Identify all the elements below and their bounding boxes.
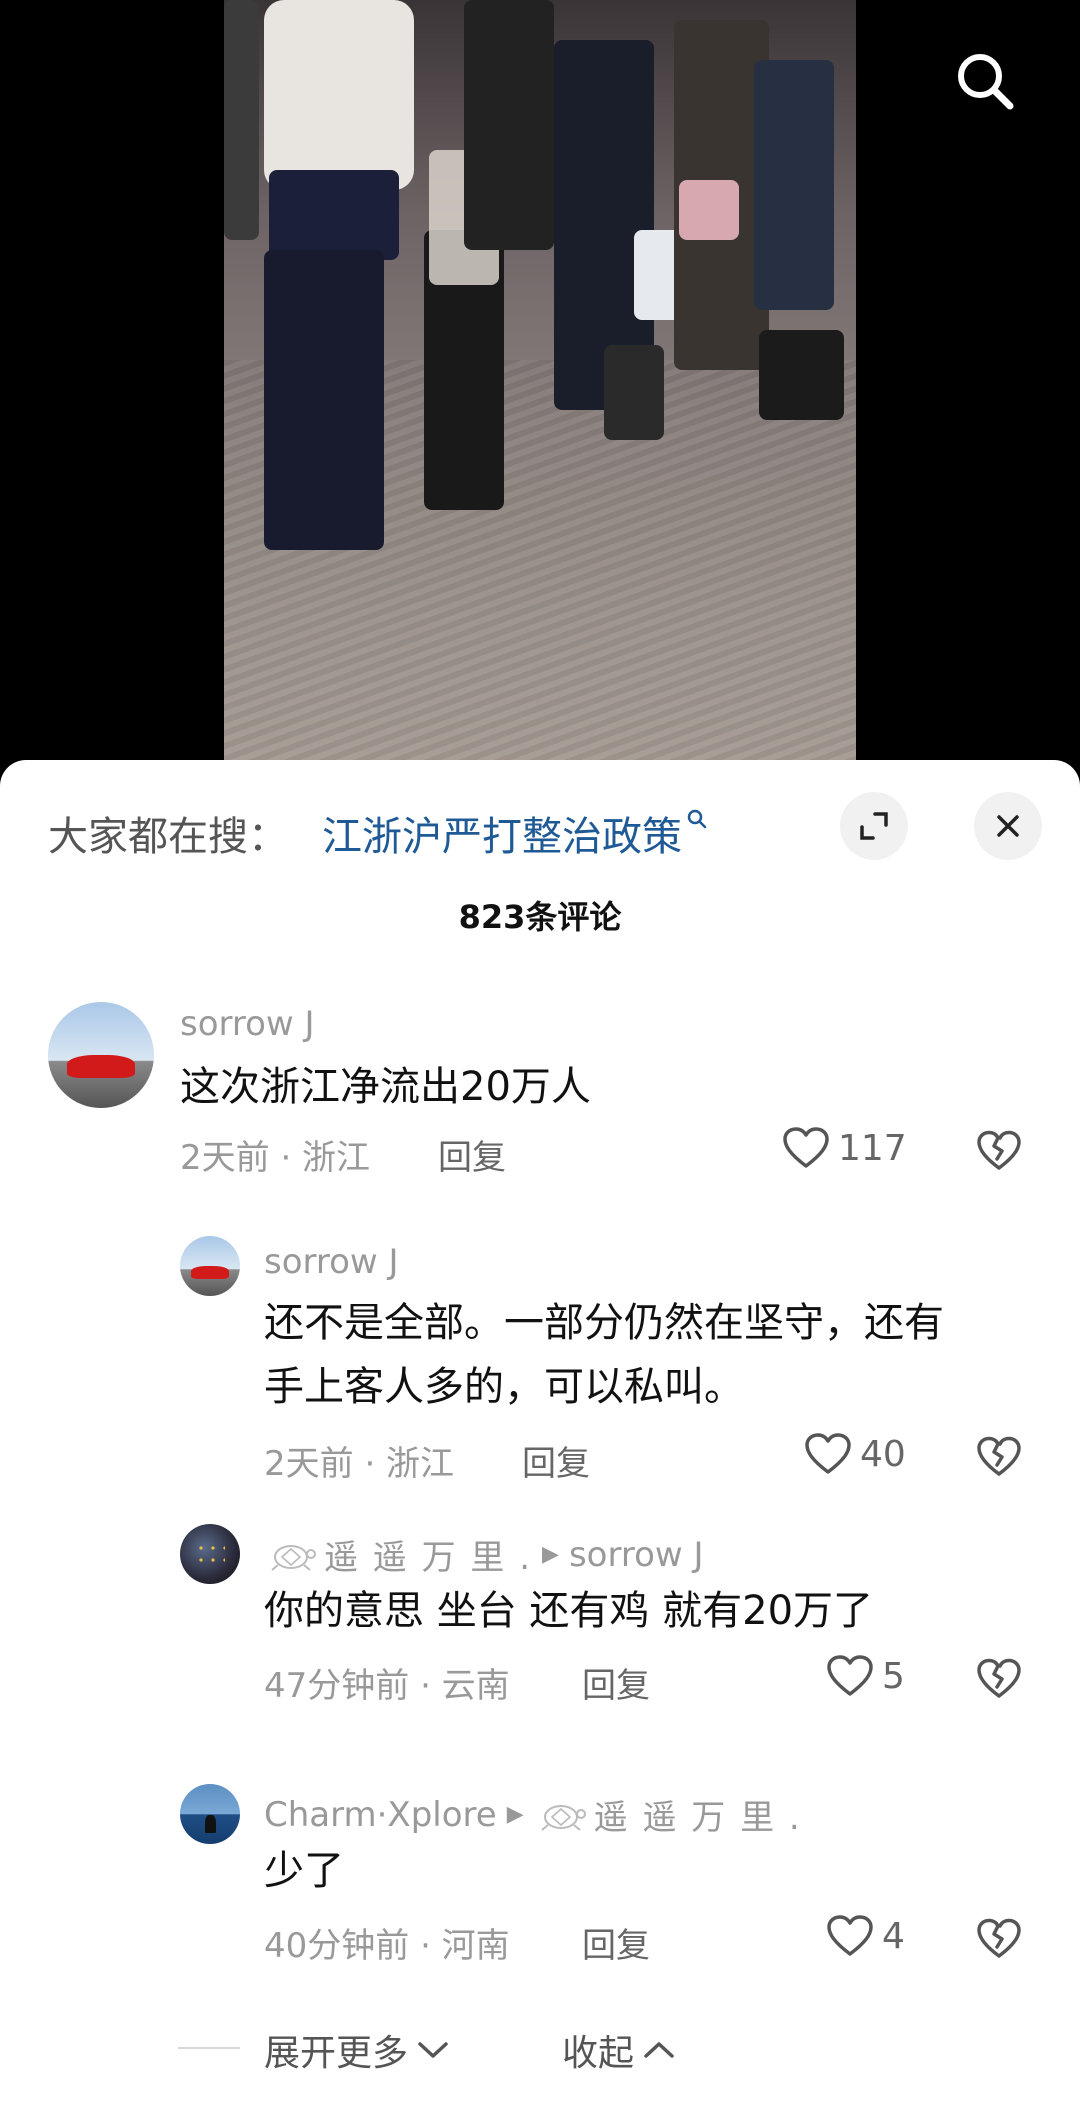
chevron-down-icon xyxy=(418,2042,448,2058)
comment-meta: 47分钟前 · 云南 xyxy=(264,1666,510,1706)
hot-search-link[interactable]: 江浙沪严打整治政策 xyxy=(322,804,708,862)
hot-search-link-text: 江浙沪严打整治政策 xyxy=(322,814,682,860)
broken-heart-icon xyxy=(977,1436,1021,1476)
broken-heart-icon xyxy=(977,1658,1021,1698)
reply-button[interactable]: 回复 xyxy=(582,1658,650,1707)
search-icon xyxy=(958,54,1014,110)
heart-icon xyxy=(827,1915,873,1956)
comment-username-row: 遥 遥 万 里 . ▶ sorrow J xyxy=(264,1530,704,1579)
comment-meta: 40分钟前 · 河南 xyxy=(264,1926,510,1966)
video-figure xyxy=(464,0,554,250)
dislike-button[interactable] xyxy=(974,1126,1024,1176)
comment-text: 少了 xyxy=(264,1848,344,1894)
like-button[interactable]: 5 xyxy=(826,1654,905,1698)
close-button[interactable] xyxy=(974,792,1042,860)
reply-item: sorrow J 还不是全部。一部分仍然在坚守，还有 手上客人多的，可以私叫。 … xyxy=(0,1230,1080,1550)
like-button[interactable]: 117 xyxy=(782,1126,907,1170)
video-figure xyxy=(224,0,259,240)
video-figure xyxy=(264,0,414,190)
sheet-header: 大家都在搜： 江浙沪严打整治政策 xyxy=(0,760,1080,884)
avatar[interactable] xyxy=(180,1524,240,1584)
like-count: 4 xyxy=(882,1915,905,1957)
heart-icon xyxy=(827,1655,873,1696)
hot-search-prefix: 大家都在搜： xyxy=(48,814,288,860)
broken-heart-icon xyxy=(977,1918,1021,1958)
collapse-label: 收起 xyxy=(562,2033,635,2074)
fullscreen-button[interactable] xyxy=(840,792,908,860)
comment-item: sorrow J 这次浙江净流出20万人 2天前 · 浙江 回复 117 xyxy=(0,990,1080,1200)
avatar[interactable] xyxy=(180,1236,240,1296)
video-figure xyxy=(759,330,844,420)
video-player[interactable] xyxy=(0,0,1080,800)
reply-to-username[interactable]: 遥 遥 万 里 . xyxy=(594,1790,802,1839)
dislike-button[interactable] xyxy=(974,1914,1024,1964)
turtle-icon xyxy=(271,1544,316,1571)
chevron-up-icon xyxy=(644,2042,674,2058)
comment-sheet: 大家都在搜： 江浙沪严打整治政策 823条评论 sorrow J 这次浙江净流出… xyxy=(0,760,1080,2118)
video-figure xyxy=(604,345,664,440)
expand-more-button[interactable]: 展开更多 xyxy=(264,2024,450,2076)
comment-text-line1: 还不是全部。一部分仍然在坚守，还有 xyxy=(264,1300,944,1346)
comment-text: 你的意思 坐台 还有鸡 就有20万了 xyxy=(264,1588,874,1634)
like-count: 117 xyxy=(838,1127,907,1169)
divider-line xyxy=(178,2047,240,2049)
reply-button[interactable]: 回复 xyxy=(582,1918,650,1967)
broken-heart-icon xyxy=(977,1130,1021,1170)
heart-icon xyxy=(805,1433,851,1474)
comment-text: 这次浙江净流出20万人 xyxy=(180,1064,591,1110)
comment-meta: 2天前 · 浙江 xyxy=(180,1138,371,1178)
like-count: 5 xyxy=(882,1655,905,1697)
video-figure xyxy=(269,170,399,260)
dislike-button[interactable] xyxy=(974,1654,1024,1704)
avatar[interactable] xyxy=(48,1002,154,1108)
reply-to-username[interactable]: sorrow J xyxy=(569,1535,704,1575)
search-button[interactable] xyxy=(950,46,1020,116)
expand-icon xyxy=(860,812,888,840)
video-figure xyxy=(679,180,739,240)
video-figure xyxy=(754,60,834,310)
comment-text-line2: 手上客人多的，可以私叫。 xyxy=(264,1364,744,1410)
avatar[interactable] xyxy=(180,1784,240,1844)
video-figure xyxy=(264,250,384,550)
comment-username[interactable]: 遥 遥 万 里 . xyxy=(324,1530,532,1579)
video-frame xyxy=(224,0,856,780)
comment-username[interactable]: sorrow J xyxy=(264,1242,399,1282)
comment-username[interactable]: Charm·Xplore xyxy=(264,1795,497,1835)
reply-button[interactable]: 回复 xyxy=(438,1130,506,1179)
comment-count: 823条评论 xyxy=(458,898,622,936)
like-count: 40 xyxy=(860,1433,906,1475)
comment-username[interactable]: sorrow J xyxy=(180,1004,315,1044)
dislike-button[interactable] xyxy=(974,1432,1024,1482)
reply-arrow-icon: ▶ xyxy=(542,1542,559,1567)
comment-username-row: Charm·Xplore ▶ 遥 遥 万 里 . xyxy=(264,1790,802,1839)
turtle-icon xyxy=(541,1804,586,1831)
like-button[interactable]: 40 xyxy=(804,1432,906,1476)
small-search-icon xyxy=(687,809,707,829)
like-button[interactable]: 4 xyxy=(826,1914,905,1958)
reply-item: Charm·Xplore ▶ 遥 遥 万 里 . 少了 40分钟前 · 河南 回… xyxy=(0,1784,1080,2004)
heart-icon xyxy=(783,1127,829,1168)
collapse-button[interactable]: 收起 xyxy=(562,2024,676,2076)
close-icon xyxy=(997,815,1019,837)
reply-button[interactable]: 回复 xyxy=(522,1436,590,1485)
expand-more-label: 展开更多 xyxy=(264,2033,409,2074)
reply-arrow-icon: ▶ xyxy=(506,1802,524,1827)
reply-item: 遥 遥 万 里 . ▶ sorrow J 你的意思 坐台 还有鸡 就有20万了 … xyxy=(0,1524,1080,1764)
comment-meta: 2天前 · 浙江 xyxy=(264,1444,455,1484)
